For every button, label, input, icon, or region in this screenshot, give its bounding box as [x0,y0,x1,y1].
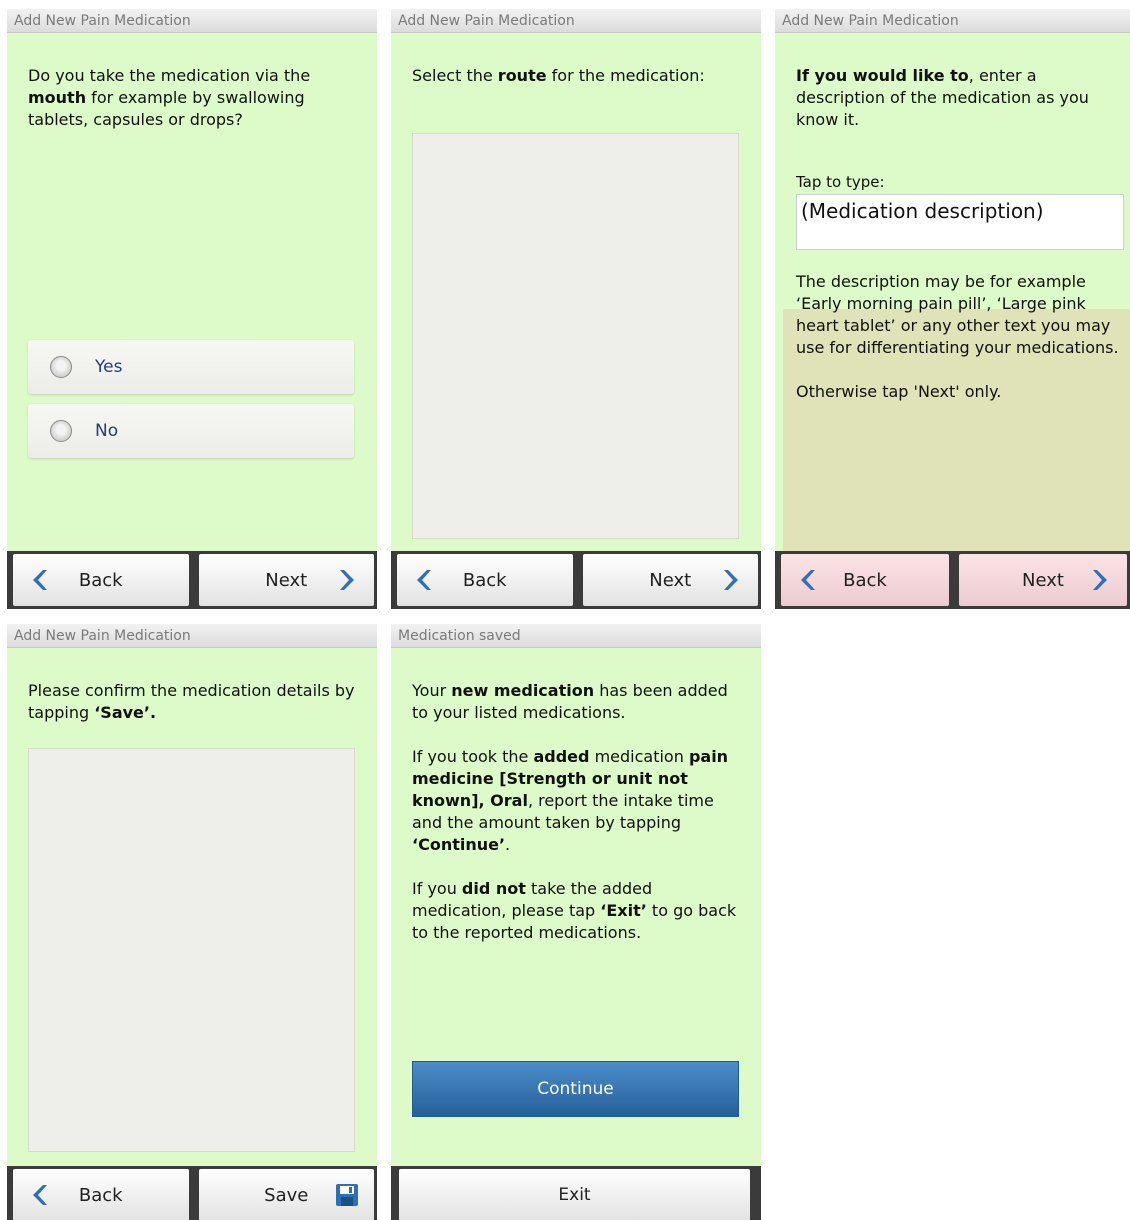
floppy-disk-icon [336,1184,358,1206]
back-label: Back [78,569,123,591]
nav-bar: Back Next [7,551,377,609]
chevron-right-icon [1093,570,1107,590]
medication-description-field[interactable]: (Medication description) [796,194,1124,250]
screen-confirm-save: Add New Pain Medication Please confirm t… [7,624,377,1220]
saved-paragraph-1: Your new medication has been added to yo… [412,681,728,722]
saved-paragraph-2: If you took the added medication pain me… [412,747,729,854]
nav-bar: Back Next [391,551,761,609]
back-label: Back [462,569,507,591]
description-help: The description may be for example ‘Earl… [796,271,1122,403]
next-button[interactable]: Next [582,554,758,606]
back-button[interactable]: Back [13,554,189,606]
option-yes[interactable]: Yes [28,340,354,394]
window-title: Medication saved [391,624,761,648]
route-list[interactable] [412,133,739,539]
save-label: Save [264,1184,309,1206]
option-yes-label: Yes [95,357,123,377]
next-button[interactable]: Next [198,554,374,606]
radio-no[interactable] [50,420,72,442]
route-prompt: Select the route for the medication: [412,66,705,85]
chevron-right-icon [724,570,738,590]
saved-message: Your new medication has been added to yo… [412,680,747,966]
window-title: Add New Pain Medication [775,9,1130,33]
chevron-left-icon [33,1185,47,1205]
window-title: Add New Pain Medication [391,9,761,33]
chevron-left-icon [801,570,815,590]
description-intro: If you would like to, enter a descriptio… [796,66,1089,129]
save-button[interactable]: Save [198,1169,374,1220]
next-label: Next [649,569,692,591]
next-label: Next [1022,569,1064,591]
nav-bar: Back Next [775,551,1130,609]
next-button[interactable]: Next [959,554,1127,606]
otherwise-text: Otherwise tap 'Next' only. [796,382,1002,401]
chevron-right-icon [340,570,354,590]
tap-to-type-label: Tap to type: [796,173,885,191]
screen-route-oral-question: Add New Pain Medication Do you take the … [7,9,377,609]
back-button[interactable]: Back [397,554,573,606]
screen-medication-saved: Medication saved Your new medication has… [391,624,761,1220]
radio-yes[interactable] [50,356,72,378]
back-button[interactable]: Back [781,554,949,606]
screen-select-route: Add New Pain Medication Select the route… [391,9,761,609]
window-title: Add New Pain Medication [7,624,377,648]
question-text: Do you take the medication via the mouth… [28,66,311,129]
example-text: The description may be for example ‘Earl… [796,272,1119,357]
exit-button[interactable]: Exit [399,1169,750,1220]
back-label: Back [843,569,887,591]
continue-button[interactable]: Continue [412,1061,739,1117]
screen-medication-description: Add New Pain Medication If you would lik… [775,9,1130,609]
back-label: Back [78,1184,123,1206]
chevron-left-icon [33,570,47,590]
saved-paragraph-3: If you did not take the added medication… [412,879,737,942]
option-no-label: No [95,421,119,441]
back-button[interactable]: Back [13,1169,189,1220]
next-label: Next [265,569,308,591]
chevron-left-icon [417,570,431,590]
confirm-text: Please confirm the medication details by… [28,681,355,722]
medication-details-box [28,748,355,1152]
option-no[interactable]: No [28,404,354,458]
window-title: Add New Pain Medication [7,9,377,33]
nav-bar: Back Save [7,1166,377,1220]
